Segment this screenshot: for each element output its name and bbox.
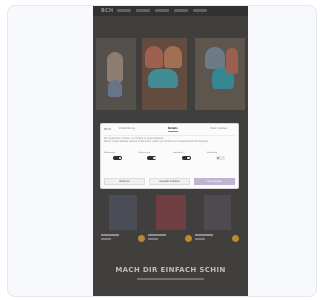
product-label xyxy=(195,234,227,244)
mobile-page: BCH BCH Zustimmung Details Über Cookies … xyxy=(93,6,248,296)
tab-about-cookies[interactable]: Über Cookies xyxy=(210,127,227,132)
modal-header: BCH Zustimmung Details Über Cookies xyxy=(104,127,235,136)
consent-category-toggles: Notwendig Präferenzen Statistiken Market… xyxy=(104,152,235,162)
consent-body: Damit unsere Website optimal funktionier… xyxy=(104,139,209,143)
toggle-label: Notwendig xyxy=(104,152,115,154)
toggle-necessary: Notwendig xyxy=(104,152,132,162)
cookie-consent-modal: BCH Zustimmung Details Über Cookies Wir … xyxy=(101,124,238,188)
sale-badge xyxy=(138,235,145,242)
statistics-switch[interactable] xyxy=(181,156,191,160)
allow-selection-button[interactable]: Auswahl erlauben xyxy=(149,178,190,185)
toggle-preferences: Präferenzen xyxy=(138,152,166,162)
sale-badge xyxy=(232,235,239,242)
product-card[interactable] xyxy=(148,195,192,249)
consent-description: Wir verwenden Cookies, um Inhalte zu per… xyxy=(104,137,235,144)
product-label xyxy=(101,234,133,244)
product-row xyxy=(93,195,248,249)
modal-logo: BCH xyxy=(104,127,111,131)
thumbnail-card: BCH BCH Zustimmung Details Über Cookies … xyxy=(7,5,317,297)
accept-all-button[interactable]: Alle zulassen xyxy=(194,178,235,185)
toggle-marketing: Marketing xyxy=(207,152,235,162)
deny-button[interactable]: Ablehnen xyxy=(104,178,145,185)
marketing-switch[interactable] xyxy=(215,156,225,160)
tab-consent[interactable]: Zustimmung xyxy=(119,127,135,132)
preferences-switch[interactable] xyxy=(147,156,157,160)
toggle-label: Statistiken xyxy=(172,152,184,154)
sale-badge xyxy=(185,235,192,242)
toggle-statistics: Statistiken xyxy=(173,152,201,162)
product-card[interactable] xyxy=(101,195,145,249)
consent-tabs: Zustimmung Details Über Cookies xyxy=(119,127,227,132)
consent-actions: Ablehnen Auswahl erlauben Alle zulassen xyxy=(104,178,235,185)
product-label xyxy=(148,234,180,244)
cta-subline xyxy=(137,278,204,280)
toggle-label: Marketing xyxy=(206,152,217,154)
necessary-switch[interactable] xyxy=(113,156,122,160)
tab-details[interactable]: Details xyxy=(167,127,178,132)
product-card[interactable] xyxy=(195,195,239,249)
toggle-label: Präferenzen xyxy=(138,152,151,154)
cta-headline: MACH DIR EINFACH SCHIN xyxy=(115,266,226,274)
